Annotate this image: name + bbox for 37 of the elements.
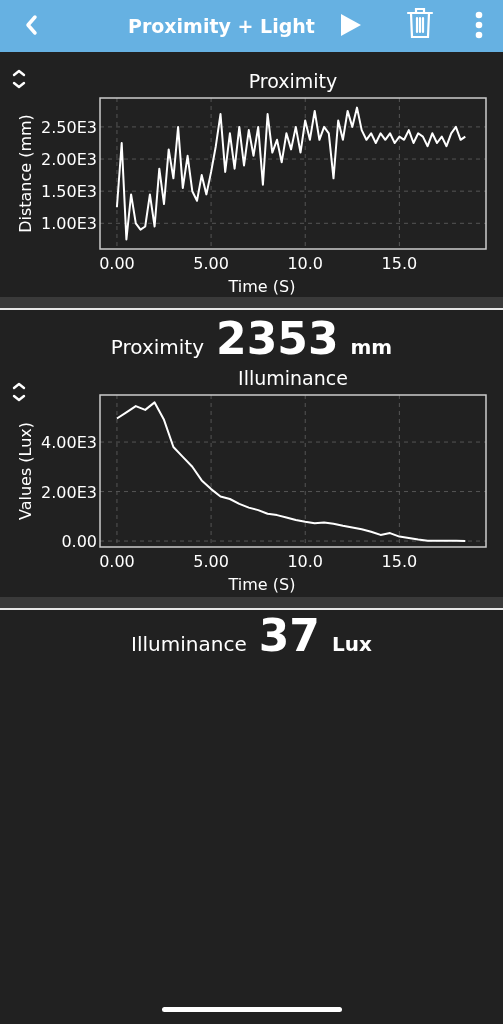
chevron-left-icon xyxy=(24,14,38,36)
y-axis-label: Values (Lux) xyxy=(16,421,35,521)
chevron-up-down-icon xyxy=(12,69,26,89)
chart-title: Illuminance xyxy=(238,367,348,389)
play-icon xyxy=(340,13,362,37)
x-tick-label: 5.00 xyxy=(193,552,229,571)
reorder-button[interactable] xyxy=(11,68,27,90)
x-tick-label: 10.0 xyxy=(287,552,324,571)
x-tick-label: 15.0 xyxy=(381,254,418,273)
x-tick-label: 5.00 xyxy=(193,254,229,273)
x-axis-label: Time (S) xyxy=(228,575,296,594)
y-tick-label: 2.00E3 xyxy=(41,482,97,502)
reading-unit: Lux xyxy=(332,630,372,658)
x-tick-label: 10.0 xyxy=(287,254,324,273)
chevron-up-down-icon xyxy=(12,382,26,402)
x-tick-label: 0.00 xyxy=(99,254,135,273)
y-tick-label: 1.50E3 xyxy=(41,182,97,202)
x-tick-label: 0.00 xyxy=(99,552,135,571)
header-title: Proximity + Light xyxy=(128,14,315,39)
reading-label: Illuminance xyxy=(131,630,247,658)
y-tick-label: 0.00 xyxy=(61,532,97,552)
chart-title: Proximity xyxy=(248,70,338,92)
reading-value: 37 xyxy=(258,613,320,658)
reorder-button[interactable] xyxy=(11,381,27,403)
delete-button[interactable] xyxy=(404,6,436,40)
y-axis-label: Distance (mm) xyxy=(16,114,35,233)
trash-icon xyxy=(406,7,434,39)
x-axis-label: Time (S) xyxy=(228,277,296,296)
y-tick-label: 4.00E3 xyxy=(41,433,97,453)
more-icon xyxy=(475,11,483,39)
y-tick-label: 1.00E3 xyxy=(41,214,97,234)
y-tick-label: 2.00E3 xyxy=(41,150,97,170)
y-tick-label: 2.50E3 xyxy=(41,117,97,137)
reading-value: 2353 xyxy=(216,317,339,361)
x-tick-label: 15.0 xyxy=(381,552,418,571)
reading-label: Proximity xyxy=(110,334,205,361)
reading-unit: mm xyxy=(350,334,393,361)
